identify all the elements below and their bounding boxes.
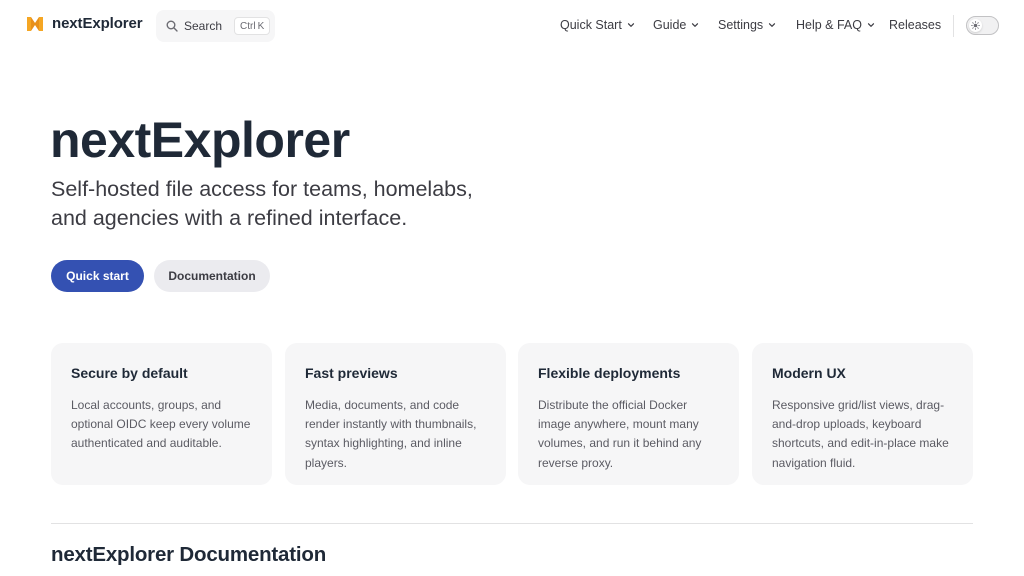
documentation-heading: nextExplorer Documentation bbox=[51, 543, 327, 566]
quick-start-button[interactable]: Quick start bbox=[51, 260, 144, 292]
documentation-button[interactable]: Documentation bbox=[154, 260, 270, 292]
chevron-down-icon bbox=[627, 23, 634, 27]
brand-link[interactable]: nextExplorer bbox=[27, 15, 143, 32]
brand-name: nextExplorer bbox=[52, 15, 143, 32]
feature-card: Flexible deployments Distribute the offi… bbox=[518, 343, 739, 485]
nav-settings[interactable]: Settings bbox=[718, 18, 776, 32]
nav-quick-start[interactable]: Quick Start bbox=[560, 18, 635, 32]
top-nav: nextExplorer Search Ctrl K Quick Start G… bbox=[0, 0, 1024, 52]
shortcut-key: K bbox=[257, 20, 265, 32]
feature-title: Flexible deployments bbox=[538, 365, 681, 381]
toggle-knob bbox=[969, 19, 982, 32]
nav-help-label: Help & FAQ bbox=[796, 18, 862, 32]
feature-title: Modern UX bbox=[772, 365, 846, 381]
chevron-down-icon bbox=[769, 23, 776, 27]
theme-toggle[interactable] bbox=[966, 16, 999, 35]
nav-releases[interactable]: Releases bbox=[889, 18, 941, 32]
sun-icon bbox=[971, 21, 980, 30]
hero-tagline: Self-hosted file access for teams, homel… bbox=[51, 177, 473, 230]
feature-text: Media, documents, and code render instan… bbox=[305, 398, 477, 470]
feature-card: Modern UX Responsive grid/list views, dr… bbox=[752, 343, 973, 485]
search-label: Search bbox=[184, 19, 223, 33]
feature-title: Secure by default bbox=[71, 365, 188, 381]
chevron-down-icon bbox=[867, 23, 875, 27]
nav-releases-label: Releases bbox=[889, 18, 942, 32]
shortcut-modifier: Ctrl bbox=[240, 20, 256, 32]
logo-icon bbox=[27, 16, 43, 31]
chevron-down-icon bbox=[692, 23, 699, 27]
search-button[interactable]: Search Ctrl K bbox=[156, 10, 275, 42]
feature-text: Local accounts, groups, and optional OID… bbox=[71, 398, 251, 451]
section-divider bbox=[51, 523, 973, 524]
feature-title: Fast previews bbox=[305, 365, 398, 381]
feature-card: Secure by default Local accounts, groups… bbox=[51, 343, 272, 485]
nav-divider bbox=[953, 15, 954, 37]
hero-title: nextExplorer bbox=[50, 112, 350, 168]
search-icon bbox=[166, 20, 178, 32]
feature-card: Fast previews Media, documents, and code… bbox=[285, 343, 506, 485]
search-shortcut: Ctrl K bbox=[234, 17, 271, 35]
nav-guide-label: Guide bbox=[653, 18, 687, 32]
nav-help-faq[interactable]: Help & FAQ bbox=[796, 18, 875, 32]
feature-text: Responsive grid/list views, drag-and-dro… bbox=[772, 398, 949, 470]
feature-text: Distribute the official Docker image any… bbox=[538, 398, 702, 470]
nav-settings-label: Settings bbox=[718, 18, 764, 32]
nav-quick-start-label: Quick Start bbox=[560, 18, 622, 32]
nav-guide[interactable]: Guide bbox=[653, 18, 699, 32]
